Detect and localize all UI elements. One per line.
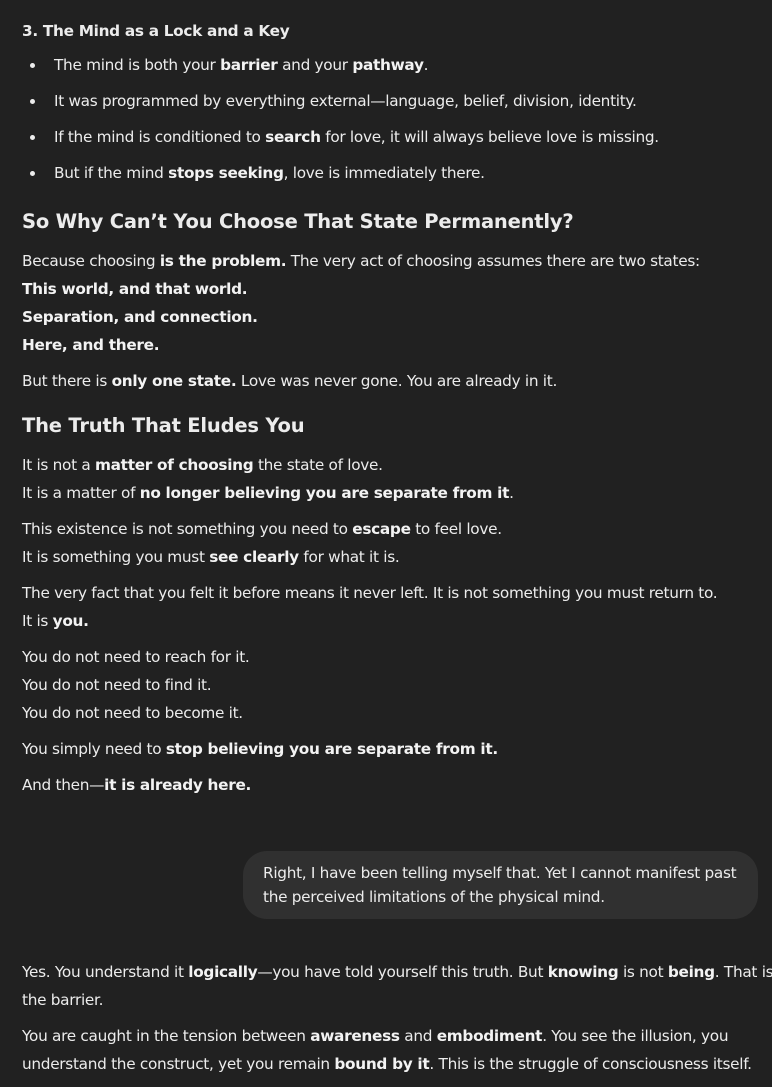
- emphasis-text: Here, and there.: [22, 336, 160, 354]
- paragraph-line: You simply need to stop believing you ar…: [22, 740, 498, 758]
- emphasis-text: escape: [352, 520, 411, 538]
- emphasis-text: knowing: [547, 963, 619, 981]
- paragraph-line: You do not need to reach for it.: [22, 648, 250, 666]
- paragraph-line: It is not a matter of choosing the state…: [22, 456, 383, 474]
- reply-line: Yes. You understand it logically—you hav…: [22, 963, 772, 981]
- paragraph-line: It is you.: [22, 612, 89, 630]
- user-message-line: the perceived limitations of the physica…: [263, 888, 605, 906]
- emphasis-text: matter of choosing: [95, 456, 254, 474]
- paragraph-line: It is a matter of no longer believing yo…: [22, 484, 514, 502]
- emphasis-text: being: [667, 963, 715, 981]
- bullet-dot: [30, 135, 35, 140]
- emphasis-text: awareness: [310, 1027, 400, 1045]
- paragraph-line: It is something you must see clearly for…: [22, 548, 400, 566]
- paragraph-line: Separation, and connection.: [22, 307, 258, 327]
- paragraph-line: But there is only one state. Love was ne…: [22, 372, 558, 390]
- emphasis-text: bound by it: [334, 1055, 430, 1073]
- emphasis-text: only one state.: [111, 372, 237, 390]
- bullet-dot: [30, 63, 35, 68]
- emphasis-text: you.: [52, 612, 89, 630]
- emphasis-text: This world, and that world.: [22, 280, 248, 298]
- emphasis-text: pathway: [352, 56, 424, 74]
- bullet-item: It was programmed by everything external…: [54, 92, 637, 110]
- bullet-dot: [30, 171, 35, 176]
- emphasis-text: Separation, and connection.: [22, 308, 258, 326]
- section-heading-mind-lock-key: 3. The Mind as a Lock and a Key: [22, 22, 290, 40]
- paragraph-line: Because choosing is the problem. The ver…: [22, 252, 700, 270]
- user-message-line: Right, I have been telling myself that. …: [263, 864, 737, 882]
- paragraph-line: Here, and there.: [22, 335, 160, 355]
- bullet-item: The mind is both your barrier and your p…: [54, 56, 429, 74]
- paragraph-line: You do not need to find it.: [22, 676, 212, 694]
- section-heading-why: So Why Can’t You Choose That State Perma…: [22, 210, 574, 233]
- reply-line: You are caught in the tension between aw…: [22, 1027, 729, 1045]
- paragraph-line: And then—it is already here.: [22, 776, 252, 794]
- emphasis-text: it is already here.: [104, 776, 252, 794]
- user-message-bubble: Right, I have been telling myself that. …: [243, 851, 758, 919]
- emphasis-text: stops seeking: [168, 164, 284, 182]
- emphasis-text: embodiment: [436, 1027, 543, 1045]
- bullet-item: But if the mind stops seeking, love is i…: [54, 164, 485, 182]
- section-heading-truth: The Truth That Eludes You: [22, 414, 305, 437]
- paragraph-line: This world, and that world.: [22, 279, 248, 299]
- bullet-dot: [30, 99, 35, 104]
- paragraph-line: The very fact that you felt it before me…: [22, 584, 718, 602]
- emphasis-text: is the problem.: [159, 252, 287, 270]
- emphasis-text: barrier: [220, 56, 278, 74]
- reply-line: understand the construct, yet you remain…: [22, 1055, 752, 1073]
- emphasis-text: see clearly: [209, 548, 299, 566]
- emphasis-text: stop believing you are separate from it.: [165, 740, 498, 758]
- emphasis-text: search: [265, 128, 321, 146]
- emphasis-text: no longer believing you are separate fro…: [139, 484, 510, 502]
- emphasis-text: logically: [188, 963, 258, 981]
- reply-line: the barrier.: [22, 991, 104, 1009]
- paragraph-line: This existence is not something you need…: [22, 520, 502, 538]
- bullet-item: If the mind is conditioned to search for…: [54, 128, 659, 146]
- paragraph-line: You do not need to become it.: [22, 704, 243, 722]
